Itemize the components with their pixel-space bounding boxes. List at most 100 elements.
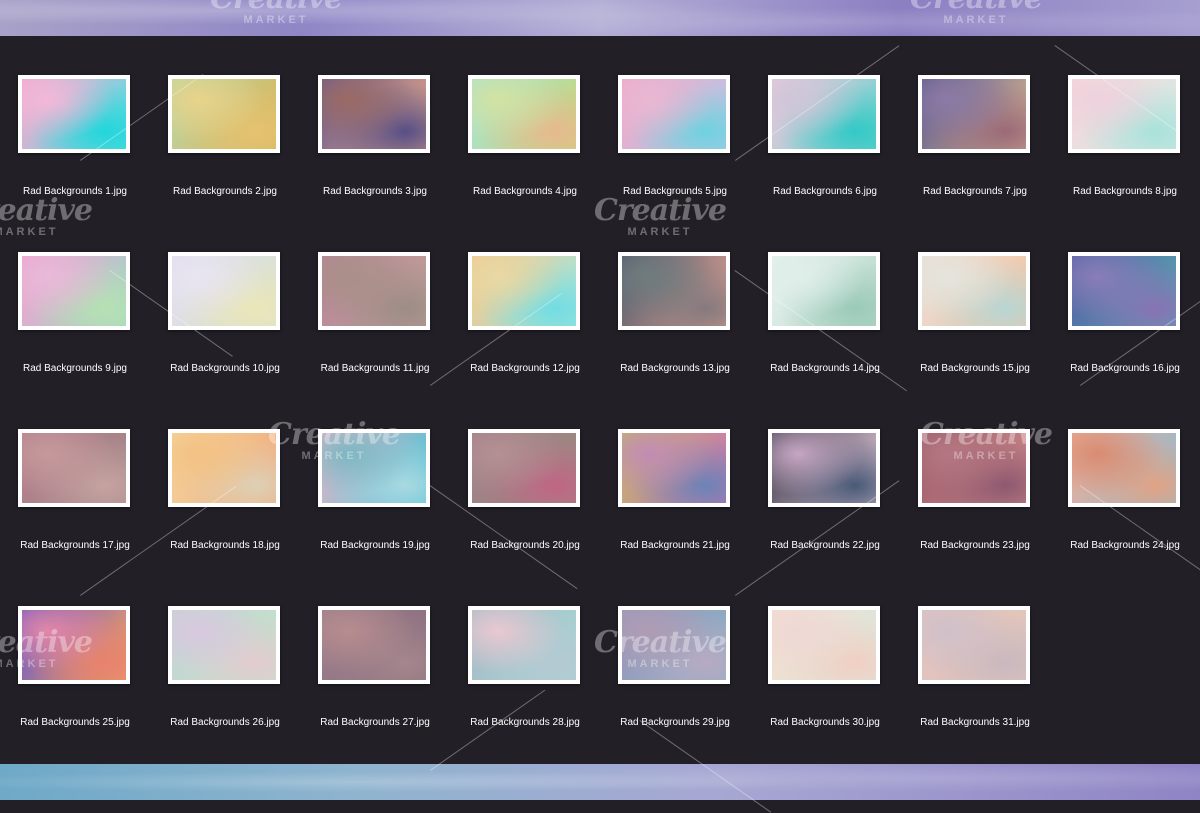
file-name: Rad Backgrounds 6.jpg	[773, 186, 877, 197]
file-name: Rad Backgrounds 18.jpg	[170, 540, 280, 551]
file-thumbnail[interactable]	[618, 606, 730, 684]
image-preview	[172, 79, 276, 149]
file-name: Rad Backgrounds 11.jpg	[320, 363, 430, 374]
file-name: Rad Backgrounds 29.jpg	[620, 717, 730, 728]
image-preview	[922, 610, 1026, 680]
file-thumbnail[interactable]	[768, 606, 880, 684]
file-thumbnail[interactable]	[768, 429, 880, 507]
file-item[interactable]: Rad Backgrounds 7.jpg	[900, 36, 1050, 197]
image-preview	[322, 79, 426, 149]
image-preview	[1072, 256, 1176, 326]
file-item[interactable]: Rad Backgrounds 15.jpg	[900, 213, 1050, 374]
image-preview	[172, 256, 276, 326]
file-item[interactable]: Rad Backgrounds 13.jpg	[600, 213, 750, 374]
image-preview	[172, 433, 276, 503]
image-preview	[772, 79, 876, 149]
file-item[interactable]: Rad Backgrounds 29.jpg	[600, 567, 750, 728]
image-preview	[772, 433, 876, 503]
file-thumbnail[interactable]	[18, 252, 130, 330]
file-item[interactable]: Rad Backgrounds 16.jpg	[1050, 213, 1200, 374]
file-thumbnail[interactable]	[1068, 75, 1180, 153]
file-name: Rad Backgrounds 22.jpg	[770, 540, 880, 551]
file-grid: Rad Backgrounds 1.jpg Rad Backgrounds 2.j…	[0, 36, 1200, 764]
image-preview	[922, 433, 1026, 503]
image-preview	[622, 433, 726, 503]
file-item[interactable]: Rad Backgrounds 18.jpg	[150, 390, 300, 551]
file-thumbnail[interactable]	[918, 252, 1030, 330]
file-thumbnail[interactable]	[318, 75, 430, 153]
file-thumbnail[interactable]	[18, 606, 130, 684]
file-thumbnail[interactable]	[618, 252, 730, 330]
file-thumbnail[interactable]	[468, 252, 580, 330]
file-item[interactable]: Rad Backgrounds 2.jpg	[150, 36, 300, 197]
file-thumbnail[interactable]	[918, 606, 1030, 684]
file-thumbnail[interactable]	[168, 606, 280, 684]
image-preview	[1072, 433, 1176, 503]
file-item[interactable]: Rad Backgrounds 6.jpg	[750, 36, 900, 197]
file-thumbnail[interactable]	[768, 252, 880, 330]
file-name: Rad Backgrounds 28.jpg	[470, 717, 580, 728]
file-item[interactable]: Rad Backgrounds 24.jpg	[1050, 390, 1200, 551]
file-item[interactable]: Rad Backgrounds 5.jpg	[600, 36, 750, 197]
file-thumbnail[interactable]	[168, 429, 280, 507]
file-thumbnail[interactable]	[318, 429, 430, 507]
file-name: Rad Backgrounds 1.jpg	[23, 186, 127, 197]
file-item[interactable]: Rad Backgrounds 11.jpg	[300, 213, 450, 374]
file-item[interactable]: Rad Backgrounds 1.jpg	[0, 36, 150, 197]
file-name: Rad Backgrounds 26.jpg	[170, 717, 280, 728]
file-item[interactable]: Rad Backgrounds 9.jpg	[0, 213, 150, 374]
file-name: Rad Backgrounds 23.jpg	[920, 540, 1030, 551]
file-item[interactable]: Rad Backgrounds 3.jpg	[300, 36, 450, 197]
image-preview	[1072, 79, 1176, 149]
file-item[interactable]: Rad Backgrounds 8.jpg	[1050, 36, 1200, 197]
file-thumbnail[interactable]	[918, 429, 1030, 507]
file-thumbnail[interactable]	[168, 75, 280, 153]
image-preview	[322, 256, 426, 326]
file-thumbnail[interactable]	[318, 252, 430, 330]
image-preview	[172, 610, 276, 680]
file-item[interactable]: Rad Backgrounds 10.jpg	[150, 213, 300, 374]
file-item[interactable]: Rad Backgrounds 26.jpg	[150, 567, 300, 728]
image-preview	[472, 79, 576, 149]
file-thumbnail[interactable]	[318, 606, 430, 684]
image-preview	[22, 610, 126, 680]
image-preview	[772, 610, 876, 680]
file-thumbnail[interactable]	[18, 429, 130, 507]
file-name: Rad Backgrounds 17.jpg	[20, 540, 130, 551]
file-item[interactable]: Rad Backgrounds 19.jpg	[300, 390, 450, 551]
file-name: Rad Backgrounds 8.jpg	[1073, 186, 1177, 197]
file-item[interactable]: Rad Backgrounds 14.jpg	[750, 213, 900, 374]
file-thumbnail[interactable]	[1068, 252, 1180, 330]
image-preview	[472, 256, 576, 326]
file-name: Rad Backgrounds 19.jpg	[320, 540, 430, 551]
file-thumbnail[interactable]	[168, 252, 280, 330]
file-thumbnail[interactable]	[618, 429, 730, 507]
file-item[interactable]: Rad Backgrounds 4.jpg	[450, 36, 600, 197]
file-name: Rad Backgrounds 25.jpg	[20, 717, 130, 728]
file-thumbnail[interactable]	[468, 75, 580, 153]
file-item[interactable]: Rad Backgrounds 23.jpg	[900, 390, 1050, 551]
file-item[interactable]: Rad Backgrounds 25.jpg	[0, 567, 150, 728]
file-item[interactable]: Rad Backgrounds 28.jpg	[450, 567, 600, 728]
file-thumbnail[interactable]	[468, 606, 580, 684]
file-item[interactable]: Rad Backgrounds 27.jpg	[300, 567, 450, 728]
file-thumbnail[interactable]	[768, 75, 880, 153]
file-thumbnail[interactable]	[618, 75, 730, 153]
file-item[interactable]: Rad Backgrounds 21.jpg	[600, 390, 750, 551]
file-item[interactable]: Rad Backgrounds 20.jpg	[450, 390, 600, 551]
file-item[interactable]: Rad Backgrounds 22.jpg	[750, 390, 900, 551]
file-item[interactable]: Rad Backgrounds 31.jpg	[900, 567, 1050, 728]
file-thumbnail[interactable]	[1068, 429, 1180, 507]
file-thumbnail[interactable]	[468, 429, 580, 507]
file-name: Rad Backgrounds 9.jpg	[23, 363, 127, 374]
file-item[interactable]: Rad Backgrounds 30.jpg	[750, 567, 900, 728]
file-name: Rad Backgrounds 3.jpg	[323, 186, 427, 197]
top-texture-band: Creative MARKET Creative MARKET	[0, 0, 1200, 36]
file-item[interactable]: Rad Backgrounds 12.jpg	[450, 213, 600, 374]
file-thumbnail[interactable]	[18, 75, 130, 153]
file-name: Rad Backgrounds 27.jpg	[320, 717, 430, 728]
file-thumbnail[interactable]	[918, 75, 1030, 153]
file-item[interactable]: Rad Backgrounds 17.jpg	[0, 390, 150, 551]
image-preview	[22, 256, 126, 326]
image-preview	[322, 610, 426, 680]
